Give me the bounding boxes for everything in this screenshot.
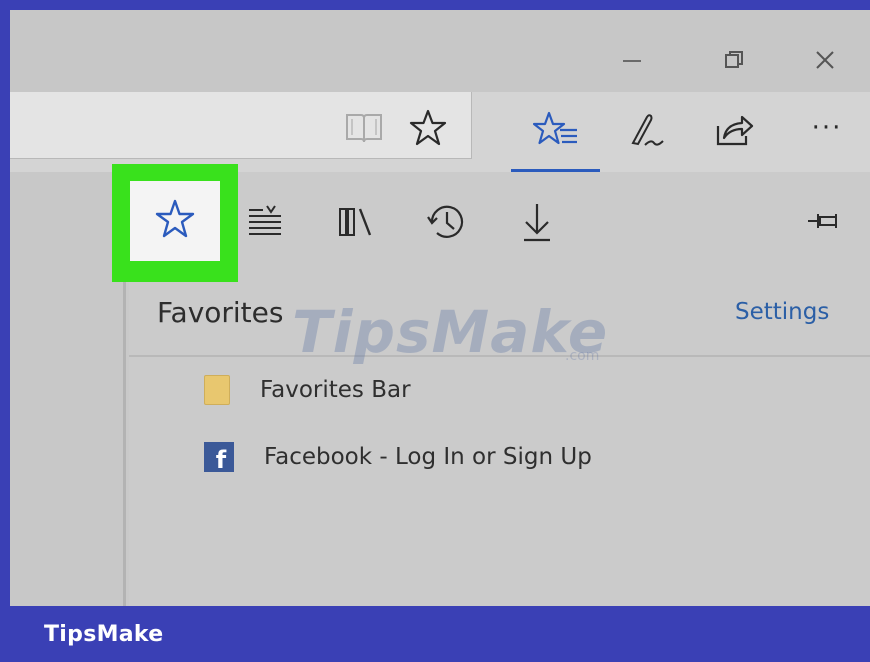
hub-favorites-icon[interactable] [532,106,580,154]
settings-link[interactable]: Settings [735,299,829,325]
close-icon[interactable] [805,40,845,80]
more-dots-icon[interactable]: ··· [800,108,854,148]
list-item-label: Facebook - Log In or Sign Up [264,444,592,470]
history-icon[interactable] [422,198,470,246]
pin-icon[interactable] [804,206,844,236]
brand-label: TipsMake [44,621,164,647]
footer-bar: TipsMake [0,606,870,662]
title-bar [10,10,870,92]
watermark-suffix: .com [565,348,600,364]
list-item-facebook[interactable]: f Facebook - Log In or Sign Up [204,437,592,477]
reading-list-icon[interactable] [242,200,288,244]
share-icon[interactable] [710,106,758,154]
page-area [10,172,126,606]
frame-border-left [0,0,10,662]
frame-border-top [0,0,870,10]
favorites-tab-button[interactable] [130,181,220,261]
favorites-title: Favorites [157,296,284,329]
web-note-pen-icon[interactable] [624,106,668,154]
screenshot-frame: ··· Favorites Settings Favorites Bar f F… [0,0,870,662]
list-item-label: Favorites Bar [260,377,411,403]
folder-icon [204,375,230,405]
minimize-icon[interactable] [612,40,652,80]
add-favorite-star-icon[interactable] [406,106,450,150]
downloads-icon[interactable] [514,198,560,246]
facebook-icon: f [204,442,234,472]
address-bar[interactable] [10,92,472,159]
watermark-logo: TipsMake [292,298,609,366]
reading-view-icon[interactable] [342,108,386,148]
list-item-favorites-bar[interactable]: Favorites Bar [204,370,411,410]
books-icon[interactable] [333,200,379,244]
restore-icon[interactable] [714,40,754,80]
favorites-star-icon [154,198,196,244]
